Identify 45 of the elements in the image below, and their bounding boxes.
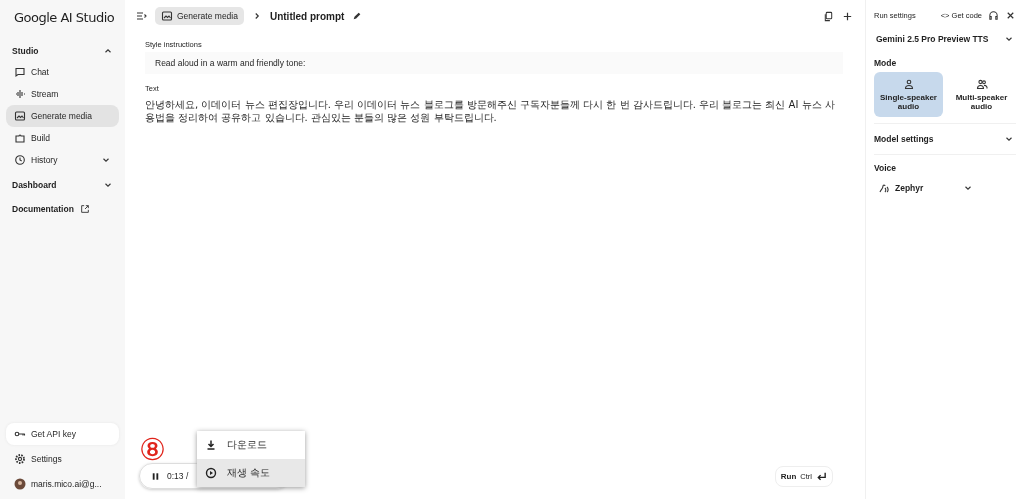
clock-icon (14, 154, 26, 166)
sidebar-toggle-icon[interactable] (135, 10, 147, 22)
section-header[interactable]: Documentation (6, 199, 119, 219)
people-icon (975, 78, 988, 90)
nav-item[interactable]: Stream (6, 83, 119, 105)
play-circle-icon (205, 467, 217, 479)
style-instructions-field[interactable]: Read aloud in a warm and friendly tone: (145, 52, 843, 74)
menu-item[interactable]: 다운로드 (197, 431, 305, 459)
nav-item[interactable]: Settings (6, 448, 119, 470)
playback-time: 0:13 / (167, 471, 189, 481)
mode-option[interactable]: Multi-speaker audio (947, 72, 1016, 117)
image-icon (161, 10, 173, 22)
enter-key-icon (816, 470, 827, 482)
avatar-icon (14, 478, 26, 490)
pause-icon[interactable] (150, 470, 161, 482)
nav-item[interactable]: History (6, 149, 119, 171)
account-item[interactable]: maris.mico.ai@g... (6, 473, 119, 495)
headset-icon[interactable] (988, 9, 999, 21)
voice-icon (878, 182, 890, 194)
pencil-icon[interactable] (352, 11, 363, 21)
nav-item[interactable]: Chat (6, 61, 119, 83)
section-header[interactable]: Dashboard (6, 175, 119, 195)
nav-item[interactable]: Get API key (6, 423, 119, 445)
breadcrumb-chip[interactable]: Generate media (155, 7, 244, 25)
settings-icon (14, 453, 26, 465)
menu-item[interactable]: 재생 속도 (197, 459, 305, 487)
download-icon (205, 439, 217, 451)
app-logo: Google AI Studio (13, 9, 116, 27)
model-settings-expander[interactable]: Model settings (874, 123, 1016, 155)
add-icon[interactable] (842, 10, 853, 22)
section-label: Mode (874, 58, 898, 68)
text-input[interactable]: 안녕하세요, 이데이터 뉴스 편집장입니다. 우리 이데이터 뉴스 블로그를 방문해주신 구독자분들께 다시 한 번 감사드립니다. 우리 블로그는 최신 AI 뉴스 사용법을 정리하여 공유하고 있습니다. 관심있는 분들의 많은 성원 부탁드립니다. (145, 98, 843, 124)
mode-option[interactable]: Single-speaker audio (874, 72, 943, 117)
model-select[interactable]: Gemini 2.5 Pro Preview TTS (874, 30, 1016, 50)
voice-select[interactable]: Zephyr (874, 176, 977, 200)
section-header[interactable]: Studio (6, 41, 119, 61)
image-icon (14, 110, 26, 122)
nav-item[interactable]: Generate media (6, 105, 119, 127)
chat-icon (14, 66, 26, 78)
person-icon (902, 78, 915, 90)
annotation-number: ⑧ (139, 435, 166, 465)
prompt-title: Untitled prompt (269, 10, 345, 22)
copy-icon[interactable] (823, 10, 834, 22)
nav-item[interactable]: Build (6, 127, 119, 149)
section-label: Voice (874, 163, 898, 173)
